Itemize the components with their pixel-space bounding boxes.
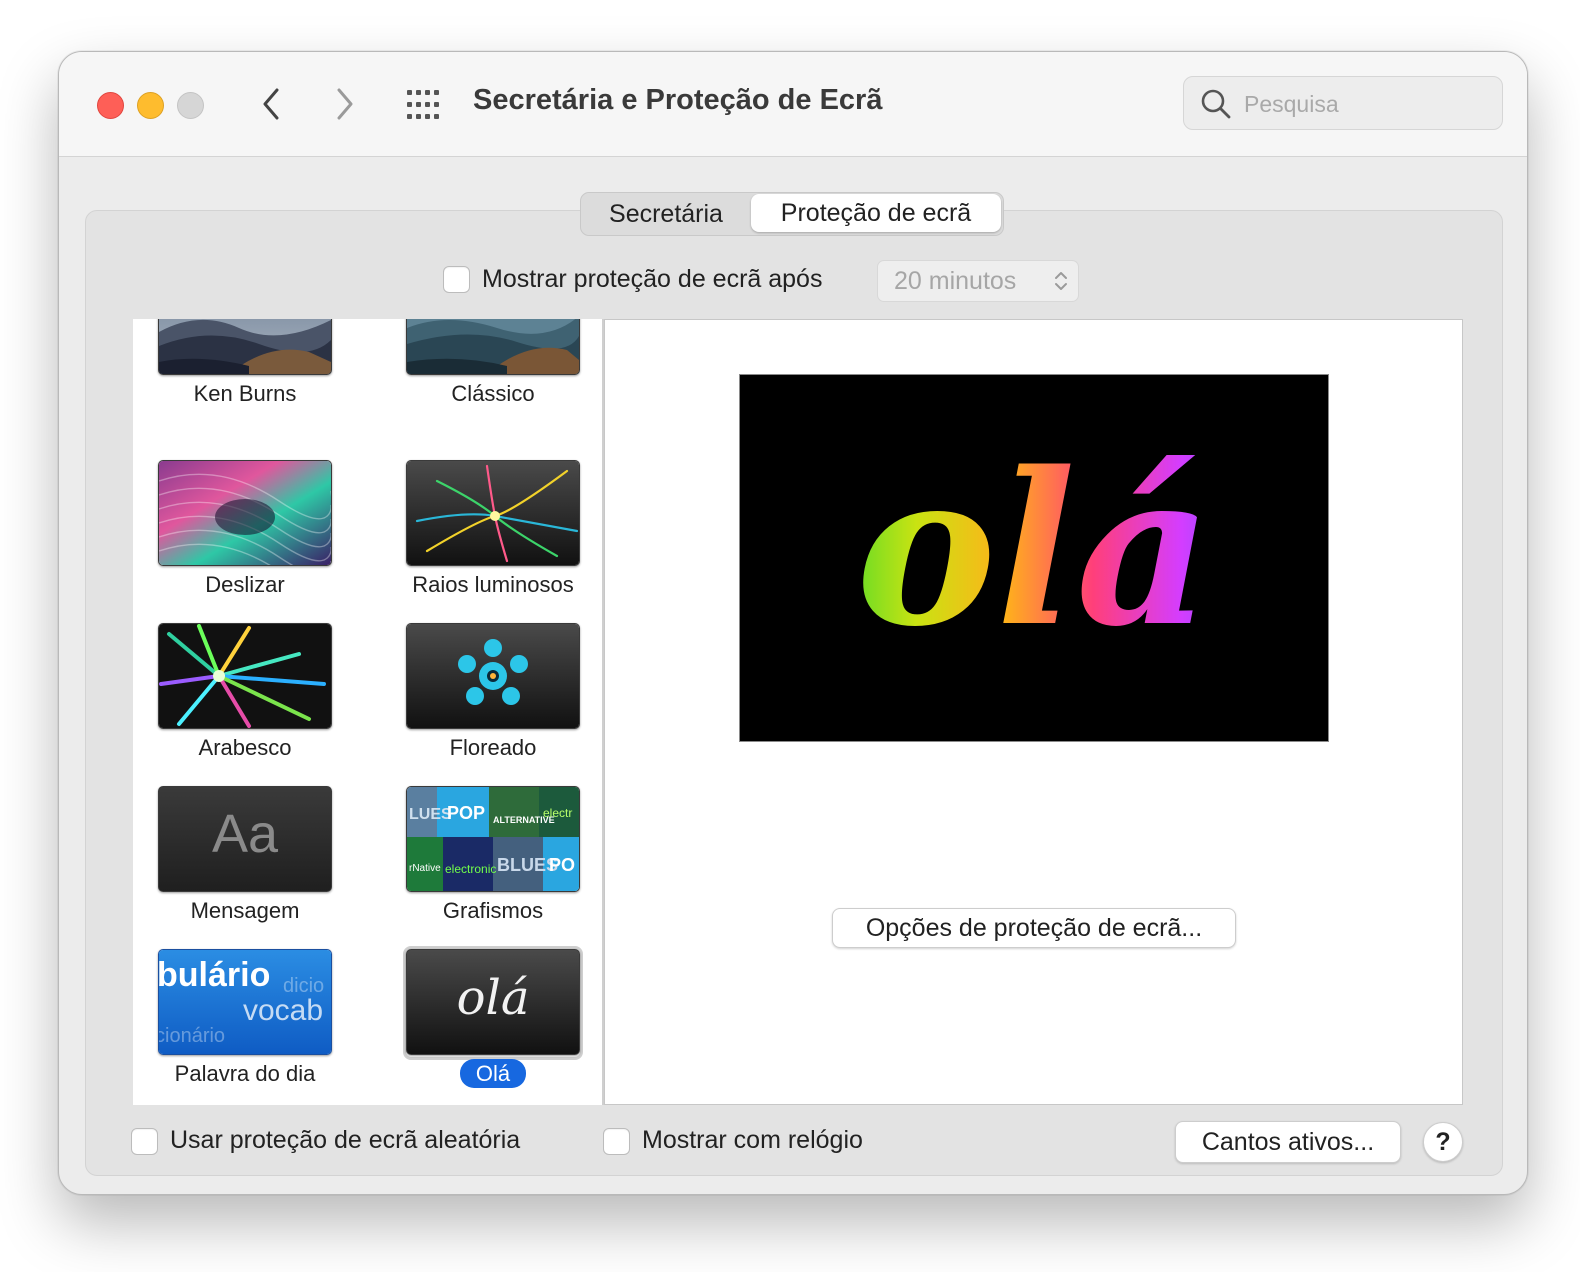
screensaver-name: Clássico bbox=[451, 381, 535, 406]
message-thumbnail: Aa bbox=[158, 786, 332, 892]
tab-desktop[interactable]: Secretária bbox=[581, 193, 751, 235]
screensaver-name: Deslizar bbox=[205, 572, 285, 597]
preview-pane: olá Opções de proteção de ecrã... bbox=[604, 319, 1463, 1105]
screensaver-name: Mensagem bbox=[190, 898, 300, 923]
show-with-clock-label: Mostrar com relógio bbox=[642, 1126, 863, 1154]
chevron-left-icon bbox=[263, 88, 279, 120]
tab-screen-saver[interactable]: Proteção de ecrã bbox=[751, 194, 1001, 232]
svg-text:electronic: electronic bbox=[445, 862, 496, 876]
random-screensaver-checkbox[interactable] bbox=[131, 1128, 158, 1155]
word-of-the-day-thumbnail: bulário dicio vocab cionário bbox=[158, 949, 332, 1055]
svg-text:POP: POP bbox=[447, 803, 485, 823]
zoom-button[interactable] bbox=[177, 92, 204, 119]
back-button[interactable] bbox=[251, 84, 291, 124]
search-field[interactable] bbox=[1183, 76, 1503, 130]
screensaver-options-button[interactable]: Opções de proteção de ecrã... bbox=[832, 908, 1236, 948]
screensaver-name: Floreado bbox=[449, 735, 537, 760]
title-bar: Secretária e Proteção de Ecrã bbox=[59, 52, 1527, 157]
random-screensaver-label: Usar proteção de ecrã aleatória bbox=[170, 1126, 521, 1154]
drift-thumbnail bbox=[158, 460, 332, 566]
screensaver-list[interactable]: Ken Burns Clássico Deslizar Raios lumino… bbox=[133, 319, 602, 1105]
show-with-clock-checkbox[interactable] bbox=[603, 1128, 630, 1155]
help-button[interactable]: ? bbox=[1423, 1122, 1463, 1162]
close-button[interactable] bbox=[97, 92, 124, 119]
grid-icon bbox=[407, 90, 439, 119]
svg-text:LUES: LUES bbox=[409, 806, 452, 823]
window-title: Secretária e Proteção de Ecrã bbox=[473, 84, 883, 116]
svg-text:vocab: vocab bbox=[243, 994, 323, 1027]
minimize-button[interactable] bbox=[137, 92, 164, 119]
preview-hello-text: olá bbox=[740, 435, 1328, 665]
system-preferences-window: Secretária e Proteção de Ecrã Secretária… bbox=[58, 51, 1528, 1195]
show-after-label: Mostrar proteção de ecrã após bbox=[482, 265, 823, 293]
show-all-button[interactable] bbox=[405, 88, 445, 122]
up-down-chevron-icon bbox=[1055, 272, 1067, 290]
svg-text:rNative: rNative bbox=[409, 863, 441, 874]
hello-thumbnail: olá bbox=[406, 949, 580, 1055]
message-sample-text: Aa bbox=[211, 804, 279, 864]
hot-corners-button[interactable]: Cantos ativos... bbox=[1175, 1121, 1401, 1163]
delay-select[interactable]: 20 minutos bbox=[877, 260, 1079, 302]
search-icon bbox=[1201, 89, 1231, 119]
svg-text:PO: PO bbox=[549, 855, 575, 875]
screensaver-name: Grafismos bbox=[442, 898, 544, 923]
forward-button[interactable] bbox=[325, 84, 365, 124]
delay-select-value: 20 minutos bbox=[894, 267, 1017, 295]
show-after-checkbox[interactable] bbox=[443, 266, 470, 293]
screensaver-name: Palavra do dia bbox=[174, 1061, 316, 1086]
screensaver-preview: olá bbox=[739, 374, 1329, 742]
shell-thumbnail bbox=[406, 623, 580, 729]
screensaver-name: Arabesco bbox=[198, 735, 292, 760]
arabesque-thumbnail bbox=[158, 623, 332, 729]
search-input[interactable] bbox=[1242, 87, 1486, 121]
screensaver-name-selected: Olá bbox=[376, 1059, 602, 1088]
album-artwork-thumbnail: LUES POP ALTERNATIVE electr rNative elec… bbox=[406, 786, 580, 892]
svg-text:cionário: cionário bbox=[159, 1025, 225, 1047]
flurry-thumbnail bbox=[406, 460, 580, 566]
screensaver-name: Ken Burns bbox=[193, 381, 297, 406]
svg-text:bulário: bulário bbox=[159, 956, 270, 994]
chevron-right-icon bbox=[337, 88, 353, 120]
mountain-landscape-thumbnail bbox=[158, 319, 332, 375]
mountain-landscape-thumbnail bbox=[406, 319, 580, 375]
svg-text:electr: electr bbox=[543, 806, 572, 820]
hello-sample-text: olá bbox=[456, 970, 530, 1026]
tab-bar: Secretária Proteção de ecrã bbox=[580, 192, 1004, 236]
screensaver-name: Raios luminosos bbox=[412, 572, 574, 597]
